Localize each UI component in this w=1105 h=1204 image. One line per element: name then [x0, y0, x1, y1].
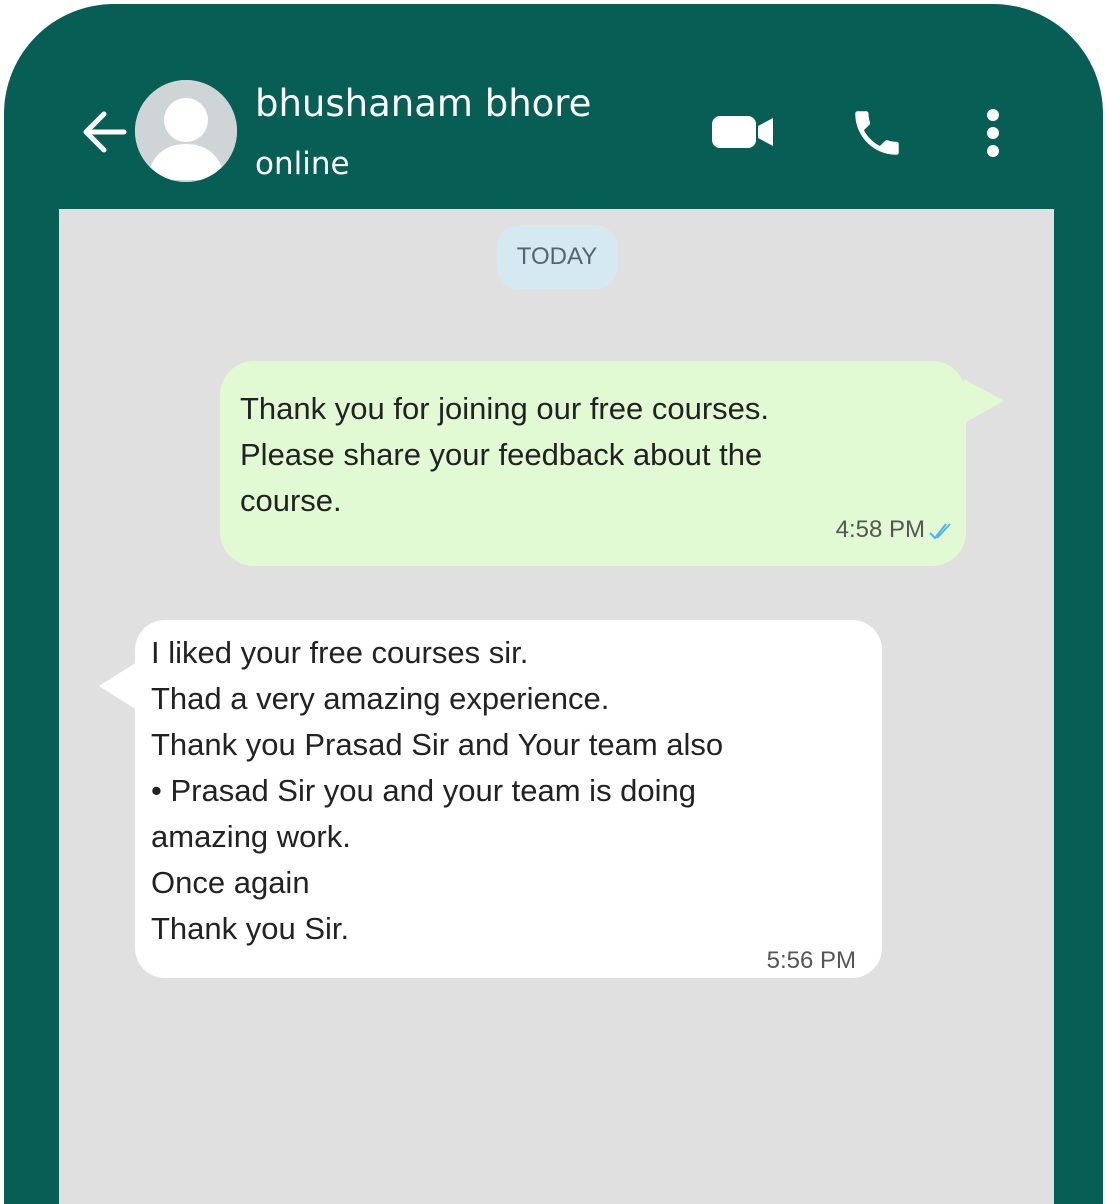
message-text: I liked your free courses sir. Thad a ve…: [151, 630, 871, 952]
message-line: Once again: [151, 865, 310, 900]
phone-icon: [855, 111, 899, 155]
message-time: 4:58 PM: [835, 516, 925, 543]
back-button[interactable]: [78, 108, 130, 156]
message-line: I liked your free courses sir.: [151, 635, 529, 670]
chat-header: bhushanam bhore online: [4, 4, 1103, 209]
message-line: Thank you for joining our free courses.: [240, 391, 769, 426]
contact-name[interactable]: bhushanam bhore: [255, 82, 591, 125]
chat-area[interactable]: TODAY Thank you for joining our free cou…: [59, 209, 1054, 1204]
bubble-tail: [99, 662, 137, 710]
message-line: amazing work.: [151, 819, 351, 854]
message-line: Thad a very amazing experience.: [151, 681, 610, 716]
more-vertical-icon: [987, 109, 999, 157]
message-line: Thank you Prasad Sir and Your team also: [151, 727, 724, 762]
outgoing-message[interactable]: Thank you for joining our free courses. …: [220, 361, 1004, 566]
message-line: Please share your feedback about the: [240, 437, 763, 472]
date-divider: TODAY: [497, 225, 617, 289]
incoming-message[interactable]: I liked your free courses sir. Thad a ve…: [99, 620, 882, 978]
contact-status: online: [255, 146, 350, 182]
voice-call-button[interactable]: [848, 104, 906, 162]
default-avatar-icon: [135, 80, 237, 182]
video-camera-icon: [712, 116, 773, 148]
message-line: Thank you Sir.: [151, 911, 350, 946]
double-check-icon: [929, 523, 951, 540]
message-line: • Prasad Sir you and your team is doing: [151, 773, 697, 808]
bubble-tail: [964, 379, 1004, 423]
message-text: Thank you for joining our free courses. …: [240, 386, 940, 524]
video-call-button[interactable]: [710, 110, 776, 154]
message-time: 5:56 PM: [766, 947, 856, 974]
contact-avatar[interactable]: [135, 80, 237, 182]
phone-frame: bhushanam bhore online TODAY Thank you f…: [4, 4, 1103, 1204]
arrow-left-icon: [83, 111, 127, 153]
more-options-button[interactable]: [976, 106, 1010, 160]
